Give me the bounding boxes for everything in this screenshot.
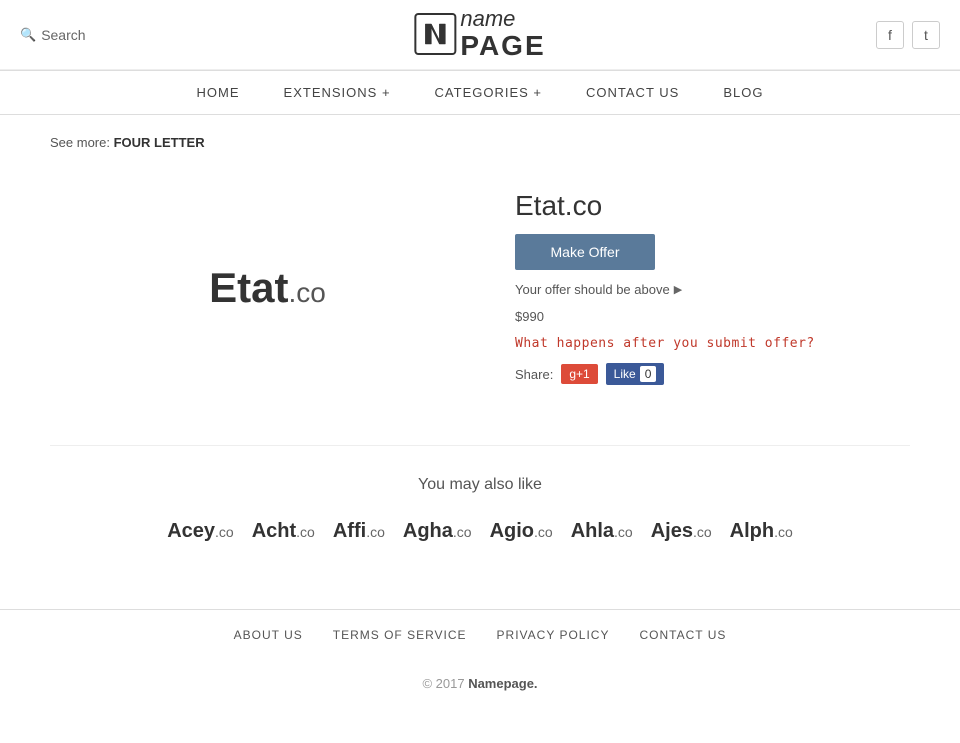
logo[interactable]: name PAGE bbox=[414, 7, 545, 62]
share-label: Share: bbox=[515, 367, 553, 382]
domain-title: Etat.co bbox=[515, 190, 910, 222]
see-more-prefix: See more: bbox=[50, 135, 110, 150]
offer-amount: $990 bbox=[515, 309, 910, 324]
nav-item-contact[interactable]: CONTACT US bbox=[564, 71, 701, 114]
nav-item-home[interactable]: HOME bbox=[175, 71, 262, 114]
footer-about[interactable]: ABOUT US bbox=[234, 628, 303, 642]
offer-note-text: Your offer should be above bbox=[515, 282, 670, 297]
search-area[interactable]: 🔍 Search bbox=[20, 27, 86, 43]
list-item[interactable]: Agio.co bbox=[486, 514, 557, 549]
fb-like-label: Like bbox=[614, 367, 636, 381]
nav-item-extensions[interactable]: EXTENSIONS + bbox=[262, 71, 413, 114]
list-item[interactable]: Ajes.co bbox=[647, 514, 716, 549]
footer-links: ABOUT US TERMS OF SERVICE PRIVACY POLICY… bbox=[0, 609, 960, 660]
facebook-like-button[interactable]: Like 0 bbox=[606, 363, 665, 385]
social-links: f t bbox=[876, 21, 940, 49]
submit-info-link[interactable]: What happens after you submit offer? bbox=[515, 336, 910, 351]
share-row: Share: g+1 Like 0 bbox=[515, 363, 910, 385]
list-item[interactable]: Affi.co bbox=[329, 514, 389, 549]
see-more-section: See more: FOUR LETTER bbox=[50, 135, 910, 150]
main-content: See more: FOUR LETTER Etat.co Etat.co Ma… bbox=[30, 115, 930, 569]
facebook-link[interactable]: f bbox=[876, 21, 904, 49]
footer-privacy[interactable]: PRIVACY POLICY bbox=[497, 628, 610, 642]
twitter-icon: t bbox=[924, 27, 928, 43]
logo-text: name PAGE bbox=[460, 7, 545, 62]
domain-tld-display: .co bbox=[289, 277, 326, 308]
search-label: Search bbox=[41, 27, 85, 43]
fb-count: 0 bbox=[640, 366, 657, 382]
site-header: 🔍 Search name PAGE f t bbox=[0, 0, 960, 70]
list-item[interactable]: Acey.co bbox=[163, 514, 238, 549]
twitter-link[interactable]: t bbox=[912, 21, 940, 49]
footer-contact[interactable]: CONTACT US bbox=[639, 628, 726, 642]
domain-list: Acey.co Acht.co Affi.co Agha.co Agio.co … bbox=[50, 514, 910, 549]
main-nav: HOME EXTENSIONS + CATEGORIES + CONTACT U… bbox=[0, 70, 960, 115]
list-item[interactable]: Acht.co bbox=[248, 514, 319, 549]
copyright-year: © 2017 bbox=[422, 676, 464, 691]
nav-item-categories[interactable]: CATEGORIES + bbox=[413, 71, 564, 114]
domain-info: Etat.co Make Offer Your offer should be … bbox=[515, 170, 910, 405]
make-offer-button[interactable]: Make Offer bbox=[515, 234, 655, 270]
logo-page: PAGE bbox=[460, 31, 545, 62]
logo-icon bbox=[414, 13, 456, 55]
list-item[interactable]: Agha.co bbox=[399, 514, 476, 549]
domain-name-display: Etat bbox=[209, 264, 288, 311]
gplus-button[interactable]: g+1 bbox=[561, 364, 597, 384]
logo-name: name bbox=[460, 7, 545, 31]
footer-terms[interactable]: TERMS OF SERVICE bbox=[333, 628, 467, 642]
also-like-section: You may also like Acey.co Acht.co Affi.c… bbox=[50, 445, 910, 549]
see-more-link[interactable]: FOUR LETTER bbox=[114, 135, 205, 150]
list-item[interactable]: Ahla.co bbox=[567, 514, 637, 549]
domain-logo-area: Etat.co bbox=[50, 170, 485, 405]
also-like-title: You may also like bbox=[50, 476, 910, 494]
facebook-icon: f bbox=[888, 27, 892, 43]
domain-logo-display: Etat.co bbox=[209, 264, 326, 312]
offer-note: Your offer should be above ▶ bbox=[515, 282, 910, 297]
nav-item-blog[interactable]: BLOG bbox=[701, 71, 785, 114]
footer-copyright: © 2017 Namepage. bbox=[0, 660, 960, 721]
list-item[interactable]: Alph.co bbox=[726, 514, 797, 549]
brand-link[interactable]: Namepage. bbox=[468, 676, 537, 691]
offer-arrow-icon: ▶ bbox=[674, 283, 682, 296]
domain-showcase: Etat.co Etat.co Make Offer Your offer sh… bbox=[50, 170, 910, 405]
search-icon: 🔍 bbox=[20, 27, 36, 43]
logo-link[interactable]: name PAGE bbox=[414, 7, 545, 62]
